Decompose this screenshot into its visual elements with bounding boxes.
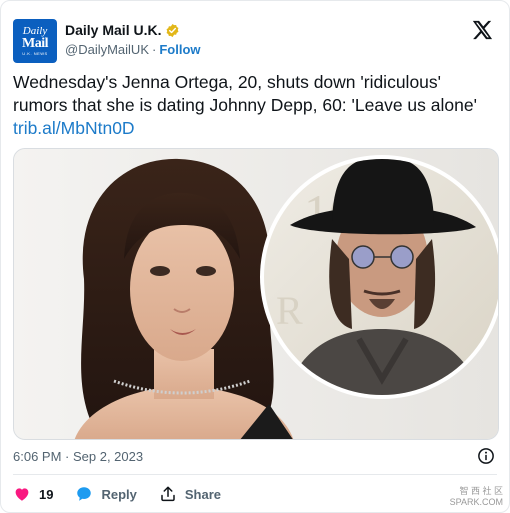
avatar-text-uk-news: U.K. NEWS bbox=[22, 51, 48, 56]
tweet-link[interactable]: trib.al/MbNtn0D bbox=[13, 117, 499, 140]
tweet-timestamp[interactable]: 6:06 PM · Sep 2, 2023 bbox=[13, 449, 143, 464]
share-button[interactable]: Share bbox=[159, 485, 221, 503]
watermark-line2: SPARK.COM bbox=[449, 497, 503, 507]
tweet-image[interactable]: 1Q R bbox=[13, 148, 499, 440]
svg-text:R: R bbox=[276, 288, 303, 333]
share-label: Share bbox=[184, 486, 222, 502]
share-upload-icon bbox=[161, 486, 175, 502]
reply-button[interactable]: Reply bbox=[75, 485, 137, 503]
divider bbox=[13, 474, 497, 475]
x-logo-icon[interactable] bbox=[471, 19, 493, 41]
reply-label: Reply bbox=[101, 486, 137, 502]
tweet-text: Wednesday's Jenna Ortega, 20, shuts down… bbox=[13, 71, 499, 140]
like-button[interactable]: 19 bbox=[13, 485, 53, 503]
heart-icon bbox=[15, 488, 29, 501]
info-icon[interactable] bbox=[477, 447, 495, 465]
verified-badge-icon bbox=[167, 23, 179, 37]
separator-dot: · bbox=[152, 42, 157, 57]
photo-collage: 1Q R bbox=[14, 149, 498, 439]
watermark: 智 西 社 区 SPARK.COM bbox=[450, 486, 503, 508]
follow-button[interactable]: Follow bbox=[159, 42, 200, 57]
tweet-card: Daily Mail U.K. NEWS Daily Mail U.K. @Da… bbox=[0, 0, 510, 513]
account-names: Daily Mail U.K. @DailyMailUK · Follow bbox=[65, 22, 201, 57]
action-bar: 19 Reply Share bbox=[13, 483, 243, 505]
display-name[interactable]: Daily Mail U.K. bbox=[65, 22, 161, 38]
speech-bubble-icon bbox=[77, 487, 92, 501]
like-count: 19 bbox=[39, 486, 54, 502]
tweet-header: Daily Mail U.K. NEWS Daily Mail U.K. @Da… bbox=[13, 19, 497, 65]
avatar-text-mail: Mail bbox=[22, 36, 49, 51]
avatar[interactable]: Daily Mail U.K. NEWS bbox=[13, 19, 57, 63]
watermark-line1: 智 西 社 区 bbox=[459, 486, 503, 496]
tweet-body: Wednesday's Jenna Ortega, 20, shuts down… bbox=[13, 72, 477, 115]
handle[interactable]: @DailyMailUK bbox=[65, 42, 149, 57]
